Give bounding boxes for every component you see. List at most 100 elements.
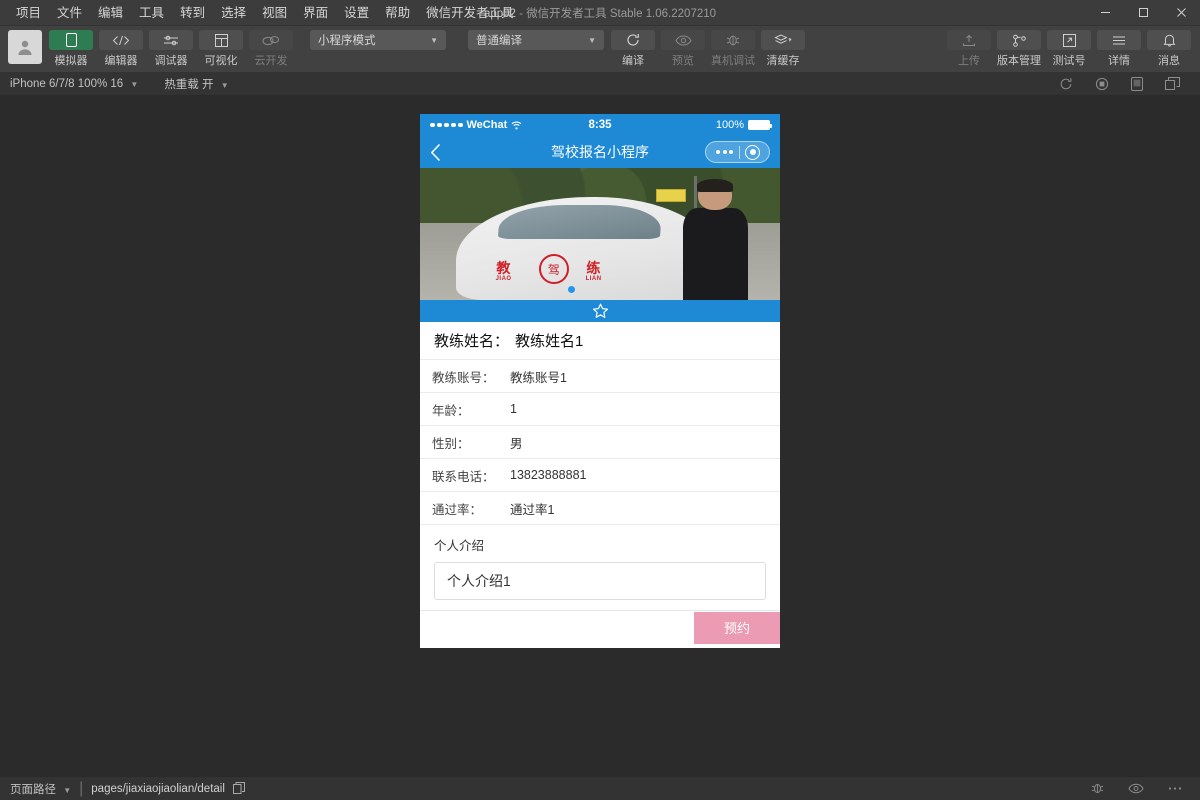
toolbar-button-cloud[interactable]: 云开发	[248, 30, 294, 68]
toolbar-button-clear-cache[interactable]: 清缓存	[760, 30, 806, 68]
back-chevron-icon[interactable]	[430, 144, 456, 161]
chevron-down-icon: ▼	[130, 80, 138, 89]
mode-select-value: 小程序模式	[318, 32, 376, 48]
intro-text-box: 个人介绍1	[434, 562, 766, 600]
toolbar-label-upload: 上传	[958, 52, 980, 68]
toolbar-label-testnumber: 测试号	[1053, 52, 1086, 68]
toolbar-button-upload[interactable]: 上传	[946, 30, 992, 68]
info-row-gender: 性别： 男	[420, 426, 780, 459]
menu-item-file[interactable]: 文件	[49, 1, 90, 25]
user-avatar[interactable]	[8, 30, 42, 64]
info-row-account: 教练账号： 教练账号1	[420, 360, 780, 393]
toolbar-button-debugger[interactable]: 调试器	[148, 30, 194, 68]
close-button[interactable]	[1162, 0, 1200, 26]
action-bar: 预约	[420, 610, 780, 644]
toolbar-button-preview[interactable]: 预览	[660, 30, 706, 68]
menu-item-help[interactable]: 帮助	[377, 1, 418, 25]
info-row-passrate: 通过率： 通过率1	[420, 492, 780, 525]
toolbar-button-compile[interactable]: 编译	[610, 30, 656, 68]
toolbar-button-simulator[interactable]: 模拟器	[48, 30, 94, 68]
page-path-selector[interactable]: 页面路径 ▼	[10, 781, 71, 797]
more-icon[interactable]	[1168, 782, 1182, 795]
menu-item-edit[interactable]: 编辑	[90, 1, 131, 25]
menu-item-select[interactable]: 选择	[213, 1, 254, 25]
hot-reload-toggle[interactable]: 热重载 开 ▼	[164, 76, 228, 92]
phone-battery-percent: 100%	[716, 119, 744, 131]
phone-carrier: WeChat	[430, 119, 522, 131]
toolbar-button-testnumber[interactable]: 测试号	[1046, 30, 1092, 68]
chevron-down-icon: ▼	[588, 36, 596, 45]
maximize-button[interactable]	[1124, 0, 1162, 26]
toolbar-label-compile: 编译	[622, 52, 644, 68]
external-link-icon	[1047, 30, 1091, 50]
toolbar-button-editor[interactable]: 编辑器	[98, 30, 144, 68]
toolbar-button-messages[interactable]: 消息	[1146, 30, 1192, 68]
menu-bar: 项目 文件 编辑 工具 转到 选择 视图 界面 设置 帮助 微信开发者工具	[0, 1, 522, 25]
toolbar-label-cloud: 云开发	[255, 52, 288, 68]
screenshot-icon[interactable]	[1131, 77, 1143, 91]
menu-item-tools[interactable]: 工具	[131, 1, 172, 25]
window-icon[interactable]	[1165, 77, 1180, 91]
cloud-icon	[249, 30, 293, 50]
copy-icon[interactable]	[233, 782, 245, 795]
refresh-icon	[611, 30, 655, 50]
info-label-age: 年龄：	[432, 400, 510, 419]
photo-coach-hair	[697, 179, 733, 192]
info-row-name: 教练姓名： 教练姓名1	[420, 322, 780, 360]
toolbar-label-messages: 消息	[1158, 52, 1180, 68]
menu-item-project[interactable]: 项目	[8, 1, 49, 25]
rotate-icon[interactable]	[1059, 77, 1073, 91]
photo-coach-body	[683, 208, 748, 300]
menu-icon	[1097, 30, 1141, 50]
intro-title: 个人介绍	[434, 535, 766, 554]
toolbar-button-visual[interactable]: 可视化	[198, 30, 244, 68]
coach-photo[interactable]: 教 JIAO 驾 练 LIAN	[420, 168, 780, 300]
toolbar-button-details[interactable]: 详情	[1096, 30, 1142, 68]
toolbar-label-simulator: 模拟器	[55, 52, 88, 68]
menu-item-devtools[interactable]: 微信开发者工具	[418, 1, 522, 25]
info-value-age: 1	[510, 402, 517, 416]
minimize-button[interactable]	[1086, 0, 1124, 26]
signal-dots-icon	[430, 123, 463, 128]
info-row-phone: 联系电话： 13823888881	[420, 459, 780, 492]
info-value-passrate: 通过率1	[510, 499, 554, 518]
more-dots-icon[interactable]	[710, 150, 739, 154]
code-icon	[99, 30, 143, 50]
wechat-capsule	[705, 141, 770, 163]
info-label-name: 教练姓名：	[434, 330, 509, 351]
phone-carrier-label: WeChat	[467, 119, 508, 131]
menu-item-ui[interactable]: 界面	[295, 1, 336, 25]
book-button[interactable]: 预约	[694, 612, 780, 644]
page-path-label: 页面路径	[10, 784, 56, 796]
toolbar-button-remote-debug[interactable]: 真机调试	[710, 30, 756, 68]
device-selector[interactable]: iPhone 6/7/8 100% 16 ▼	[10, 78, 138, 90]
bug-icon	[711, 30, 755, 50]
debugger-icon	[149, 30, 193, 50]
menu-item-settings[interactable]: 设置	[336, 1, 377, 25]
title-bar: 项目 文件 编辑 工具 转到 选择 视图 界面 设置 帮助 微信开发者工具 ap…	[0, 0, 1200, 26]
photo-car-pinyin-right: LIAN	[586, 276, 602, 282]
eye-icon[interactable]	[1128, 782, 1144, 795]
branch-icon	[997, 30, 1041, 50]
photo-indicator-dot	[568, 286, 575, 293]
toolbar-button-version[interactable]: 版本管理	[996, 30, 1042, 68]
mode-select[interactable]: 小程序模式 ▼	[310, 30, 446, 50]
record-icon[interactable]	[1095, 77, 1109, 91]
star-outline-icon[interactable]	[592, 303, 609, 319]
compile-select[interactable]: 普通编译 ▼	[468, 30, 604, 50]
compile-actions-group: 编译 预览 真机调试 清缓存	[610, 30, 806, 68]
bug-icon[interactable]	[1091, 782, 1104, 795]
info-label-phone: 联系电话：	[432, 466, 510, 485]
menu-item-goto[interactable]: 转到	[172, 1, 213, 25]
bottom-status-actions	[1091, 782, 1190, 795]
photo-coach-person	[683, 179, 748, 300]
menu-item-view[interactable]: 视图	[254, 1, 295, 25]
chevron-down-icon: ▼	[63, 786, 71, 795]
window-version: Stable 1.06.2207210	[610, 8, 716, 20]
info-value-phone: 13823888881	[510, 468, 586, 482]
favorite-bar[interactable]	[420, 300, 780, 322]
bottom-status-bar: 页面路径 ▼ | pages/jiaxiaojiaolian/detail	[0, 776, 1200, 800]
photo-car-seal: 驾	[539, 254, 569, 284]
info-value-account: 教练账号1	[510, 367, 567, 386]
target-icon[interactable]	[745, 145, 760, 160]
